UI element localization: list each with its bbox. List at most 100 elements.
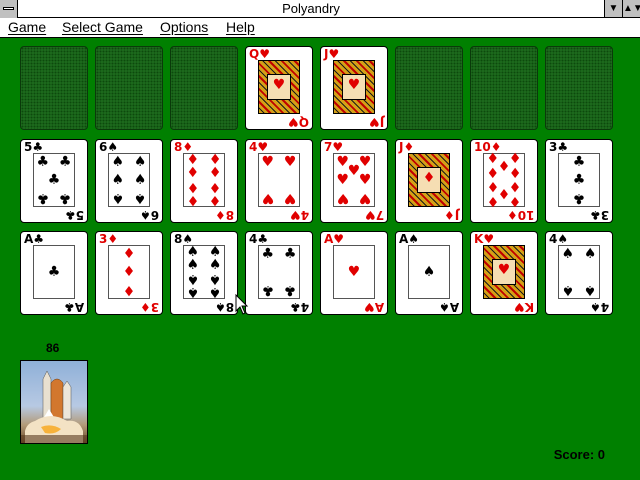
face-card-portrait: ♥ (258, 60, 300, 114)
minimize-button[interactable]: ▼ (604, 0, 622, 17)
card-rank-bottom: K♥ (513, 300, 534, 314)
card-rank: 7 (375, 208, 384, 222)
card-pip-icon: ♣ (47, 264, 61, 280)
card-suit-icon: ♠ (557, 232, 569, 246)
card-pip-icon: ♦ (486, 192, 500, 209)
playing-card[interactable]: A♥ A♥ ♥ (320, 231, 388, 315)
empty-foundation-slot[interactable] (470, 46, 538, 130)
card-rank-bottom: 4♣ (289, 300, 309, 314)
face-card-center: ♥ (342, 74, 366, 100)
card-pip-area: ♥ (333, 245, 375, 299)
playing-card[interactable]: 3♦ 3♦ ♦ ♦ ♦ (95, 231, 163, 315)
card-rank-top: 3♣ (549, 141, 568, 153)
card-suit-icon: ♥ (483, 232, 495, 246)
card-pip-icon: ♠ (133, 190, 147, 207)
face-card-portrait: ♦ (408, 153, 450, 207)
card-pip-area: ♥ ♥ ♥ ♥ (258, 153, 300, 207)
card-suit-icon: ♥ (513, 300, 525, 314)
playing-card[interactable]: A♠ A♠ ♠ (395, 231, 463, 315)
card-rank-bottom: 4♠ (590, 300, 609, 314)
card-suit-icon: ♠ (214, 300, 226, 314)
card-pip-icon: ♣ (36, 190, 50, 207)
minimize-icon: ▼ (608, 3, 619, 14)
card-pip-icon: ♣ (283, 282, 297, 299)
card-rank-bottom: 7♥ (365, 208, 384, 222)
card-rank-top: A♠ (399, 233, 419, 245)
playing-card[interactable]: K♥ K♥ ♥ (470, 231, 538, 315)
empty-foundation-slot[interactable] (95, 46, 163, 130)
card-pip-icon: ♠ (186, 283, 200, 300)
empty-foundation-slot[interactable] (545, 46, 613, 130)
face-card-center: ♥ (267, 74, 291, 100)
empty-foundation-slot[interactable] (20, 46, 88, 130)
card-rank: A (449, 300, 459, 314)
card-pip-icon: ♥ (347, 264, 361, 280)
maximize-button[interactable]: ▲▼ (622, 0, 640, 17)
card-rank: A (24, 232, 34, 246)
card-suit-icon: ♦ (139, 300, 151, 314)
card-rank-top: 4♣ (249, 233, 268, 245)
playing-card[interactable]: 10♦ 10♦ ♦ ♦ ♦ ♦ ♦ ♦ ♦ ♦ ♦ ♦ (470, 139, 538, 223)
card-suit-icon: ♣ (257, 232, 269, 246)
card-rank-top: 7♥ (324, 141, 343, 153)
stock-pile[interactable] (20, 360, 88, 444)
playing-card[interactable]: Q♥ Q♥ ♥ (245, 46, 313, 130)
playing-card[interactable]: 8♦ 8♦ ♦ ♦ ♦ ♦ ♦ ♦ ♦ ♦ (170, 139, 238, 223)
card-pip-area: ♥ ♥ ♥ ♥ ♥ ♥ ♥ (333, 153, 375, 207)
card-suit-icon: ♠ (438, 300, 450, 314)
card-pip-area: ♣ ♣ ♣ ♣ ♣ (33, 153, 75, 207)
card-rank: A (374, 300, 384, 314)
playing-card[interactable]: 8♠ 8♠ ♠ ♠ ♠ ♠ ♠ ♠ ♠ ♠ (170, 231, 238, 315)
card-pip-area: ♦ ♦ ♦ (108, 245, 150, 299)
card-pip-icon: ♦ (508, 192, 522, 209)
card-suit-icon: ♣ (289, 300, 301, 314)
card-suit-icon: ♣ (589, 208, 601, 222)
card-suit-icon: ♥ (347, 77, 361, 93)
playing-card[interactable]: 4♥ 4♥ ♥ ♥ ♥ ♥ (245, 139, 313, 223)
empty-foundation-slot[interactable] (170, 46, 238, 130)
card-rank: 8 (225, 300, 234, 314)
playing-card[interactable]: 5♣ 5♣ ♣ ♣ ♣ ♣ ♣ (20, 139, 88, 223)
card-rank-top: 8♦ (174, 141, 193, 153)
card-pip-icon: ♠ (111, 172, 125, 188)
card-rank: 4 (600, 300, 609, 314)
playing-card[interactable]: 7♥ 7♥ ♥ ♥ ♥ ♥ ♥ ♥ ♥ (320, 139, 388, 223)
playing-card[interactable]: 4♣ 4♣ ♣ ♣ ♣ ♣ (245, 231, 313, 315)
card-suit-icon: ♥ (328, 47, 340, 61)
title-bar: Polyandry ▼ ▲▼ (0, 0, 640, 18)
playing-card[interactable]: 4♠ 4♠ ♠ ♠ ♠ ♠ (545, 231, 613, 315)
card-rank-bottom: 4♥ (290, 208, 309, 222)
card-pip-area: ♣ ♣ ♣ ♣ (258, 245, 300, 299)
card-pip-area: ♦ ♦ ♦ ♦ ♦ ♦ ♦ ♦ (183, 153, 225, 208)
playing-card[interactable]: 6♠ 6♠ ♠ ♠ ♠ ♠ ♠ ♠ (95, 139, 163, 223)
card-suit-icon: ♠ (408, 232, 420, 246)
menu-help[interactable]: Help (226, 18, 255, 37)
system-menu-icon (3, 7, 14, 10)
menu-options[interactable]: Options (160, 18, 208, 37)
menu-select-game[interactable]: Select Game (62, 18, 143, 37)
card-pip-area: ♠ ♠ ♠ ♠ ♠ ♠ ♠ ♠ (183, 245, 225, 300)
card-rank: 5 (75, 208, 84, 222)
card-pip-icon: ♥ (283, 190, 297, 207)
card-pip-icon: ♣ (47, 172, 61, 188)
card-suit-icon: ♣ (64, 208, 76, 222)
mouse-cursor-icon (235, 294, 249, 315)
system-menu-button[interactable] (0, 0, 18, 18)
card-rank: A (399, 232, 409, 246)
card-rank: 3 (150, 300, 159, 314)
playing-card[interactable]: J♥ J♥ ♥ (320, 46, 388, 130)
card-suit-icon: ♥ (363, 300, 375, 314)
card-rank-top: 3♦ (99, 233, 118, 245)
playing-card[interactable]: J♦ J♦ ♦ (395, 139, 463, 223)
stock-count: 86 (46, 341, 60, 355)
playing-card[interactable]: A♣ A♣ ♣ (20, 231, 88, 315)
card-rank-bottom: A♠ (438, 300, 459, 314)
card-suit-icon: ♣ (32, 140, 44, 154)
empty-foundation-slot[interactable] (395, 46, 463, 130)
card-suit-icon: ♦ (214, 208, 226, 222)
card-pip-icon: ♣ (572, 153, 586, 170)
card-pip-icon: ♣ (58, 190, 72, 207)
menu-game[interactable]: Game (8, 18, 46, 37)
card-pip-area: ♣ (33, 245, 75, 299)
playing-card[interactable]: 3♣ 3♣ ♣ ♣ ♣ (545, 139, 613, 223)
